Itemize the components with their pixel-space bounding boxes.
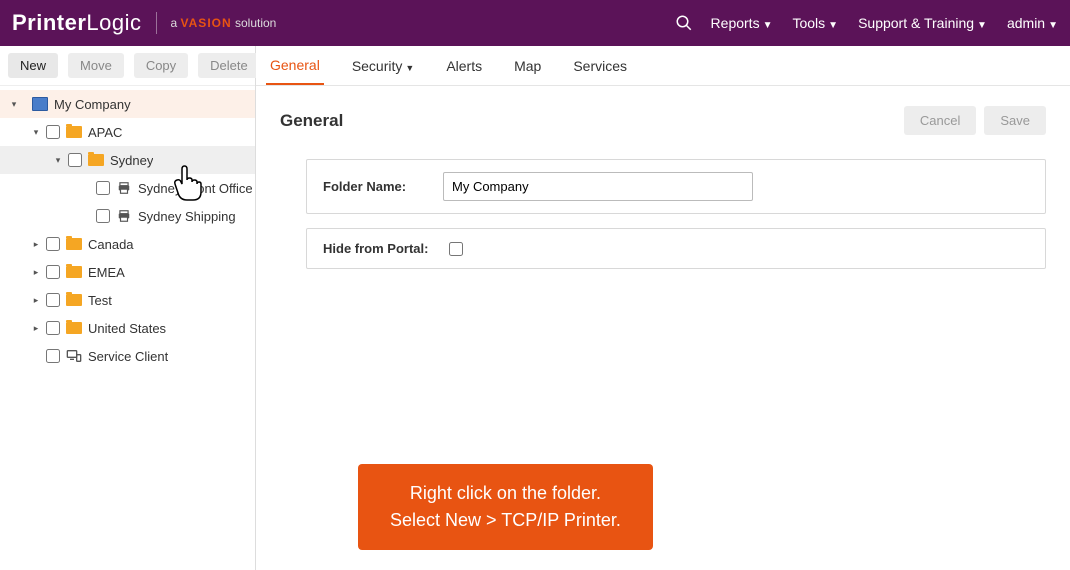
org-icon (32, 97, 48, 111)
folder-icon (66, 126, 82, 138)
tree-item-apac[interactable]: ▾ APAC (0, 118, 255, 146)
logo-printer: Printer (12, 10, 86, 35)
folder-name-row: Folder Name: (306, 159, 1046, 214)
tree-checkbox[interactable] (46, 349, 60, 363)
tooltip-line2: Select New > TCP/IP Printer. (390, 507, 621, 534)
tree-toggle-icon[interactable]: ▸ (30, 323, 42, 334)
save-button[interactable]: Save (984, 106, 1046, 135)
tree-toggle-icon[interactable]: ▾ (30, 127, 42, 138)
tree-checkbox[interactable] (68, 153, 82, 167)
printer-icon (116, 209, 132, 223)
tree-item-sydney[interactable]: ▾ Sydney (0, 146, 255, 174)
tree-root[interactable]: ▾ My Company (0, 90, 255, 118)
tree-toggle-icon[interactable]: ▾ (52, 155, 64, 166)
instruction-tooltip: Right click on the folder. Select New > … (358, 464, 653, 550)
folder-icon (66, 294, 82, 306)
header-menu: Reports▼ Tools▼ Support & Training▼ admi… (711, 15, 1058, 31)
tree-item-sydney-front[interactable]: Sydney Front Office (0, 174, 255, 202)
tree-checkbox[interactable] (46, 265, 60, 279)
cancel-button[interactable]: Cancel (904, 106, 976, 135)
tree-checkbox[interactable] (96, 181, 110, 195)
chevron-down-icon: ▼ (1048, 20, 1058, 31)
tree-checkbox[interactable] (96, 209, 110, 223)
menu-tools[interactable]: Tools▼ (792, 15, 838, 31)
folder-name-input[interactable] (443, 172, 753, 201)
folder-icon (88, 154, 104, 166)
tree-item-test[interactable]: ▸ Test (0, 286, 255, 314)
chevron-down-icon: ▼ (405, 63, 414, 73)
menu-admin[interactable]: admin▼ (1007, 15, 1058, 31)
hide-portal-label: Hide from Portal: (323, 241, 443, 256)
tooltip-line1: Right click on the folder. (390, 480, 621, 507)
tree-item-sydney-shipping[interactable]: Sydney Shipping (0, 202, 255, 230)
device-icon (66, 349, 82, 363)
folder-icon (66, 238, 82, 250)
logo-logic: Logic (86, 10, 141, 35)
tree-toggle-icon[interactable]: ▾ (8, 99, 20, 110)
chevron-down-icon: ▼ (763, 20, 773, 31)
tree-checkbox[interactable] (46, 237, 60, 251)
tab-services[interactable]: Services (569, 48, 631, 84)
folder-icon (66, 266, 82, 278)
sidebar-toolbar: New Move Copy Delete (0, 46, 255, 86)
content-header: General Cancel Save (280, 106, 1046, 135)
tab-map[interactable]: Map (510, 48, 545, 84)
move-button[interactable]: Move (68, 53, 124, 78)
tagline: a VASION solution (171, 16, 277, 30)
tree-checkbox[interactable] (46, 125, 60, 139)
tree-toggle-icon[interactable]: ▸ (30, 295, 42, 306)
tree-toggle-icon[interactable]: ▸ (30, 239, 42, 250)
tree-checkbox[interactable] (46, 293, 60, 307)
printer-icon (116, 181, 132, 195)
search-icon[interactable] (675, 14, 693, 32)
tree-item-emea[interactable]: ▸ EMEA (0, 258, 255, 286)
tree-checkbox[interactable] (46, 321, 60, 335)
menu-support[interactable]: Support & Training▼ (858, 15, 987, 31)
copy-button[interactable]: Copy (134, 53, 188, 78)
hide-portal-row: Hide from Portal: (306, 228, 1046, 269)
chevron-down-icon: ▼ (977, 20, 987, 31)
header-divider (156, 12, 157, 34)
tab-security[interactable]: Security▼ (348, 48, 419, 84)
new-button[interactable]: New (8, 53, 58, 78)
delete-button[interactable]: Delete (198, 53, 260, 78)
tree-item-us[interactable]: ▸ United States (0, 314, 255, 342)
tree-item-service-client[interactable]: ▸ Service Client (0, 342, 255, 370)
menu-reports[interactable]: Reports▼ (711, 15, 773, 31)
tab-alerts[interactable]: Alerts (442, 48, 486, 84)
chevron-down-icon: ▼ (828, 20, 838, 31)
app-header: PrinterLogic a VASION solution Reports▼ … (0, 0, 1070, 46)
sidebar: New Move Copy Delete ▾ My Company ▾ APAC… (0, 46, 256, 570)
page-title: General (280, 111, 896, 131)
tree-toggle-icon[interactable]: ▸ (30, 267, 42, 278)
folder-icon (66, 322, 82, 334)
tree-item-canada[interactable]: ▸ Canada (0, 230, 255, 258)
folder-name-label: Folder Name: (323, 179, 443, 194)
tab-general[interactable]: General (266, 47, 324, 85)
tree: ▾ My Company ▾ APAC ▾ Sydney (0, 86, 255, 374)
content: General Cancel Save Folder Name: Hide fr… (256, 86, 1070, 303)
tabs: General Security▼ Alerts Map Services (256, 46, 1070, 86)
hide-portal-checkbox[interactable] (449, 242, 463, 256)
logo: PrinterLogic (12, 10, 142, 36)
